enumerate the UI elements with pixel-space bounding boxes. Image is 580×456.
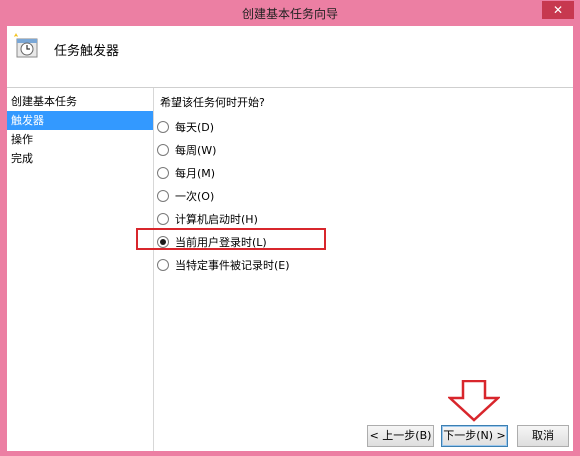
option-daily[interactable]: 每天(D) (157, 120, 214, 136)
page-title: 任务触发器 (54, 44, 120, 59)
wizard-window: 创建基本任务向导 ✕ 任务触发器 创建基本任务 触发器 操作 完成 希望该任务何… (0, 0, 580, 456)
option-computer-startup-label: 计算机启动时(H) (175, 213, 258, 226)
radio-event-logged[interactable] (157, 259, 169, 271)
sidebar-item-create-basic-task[interactable]: 创建基本任务 (7, 92, 153, 111)
window-title: 创建基本任务向导 (241, 7, 338, 21)
option-event-logged[interactable]: 当特定事件被记录时(E) (157, 258, 290, 274)
option-daily-label: 每天(D) (175, 121, 215, 134)
next-button[interactable]: 下一步(N) > (441, 425, 508, 447)
down-arrow-icon (448, 380, 500, 422)
close-button[interactable]: ✕ (542, 1, 574, 19)
option-weekly-label: 每周(W) (175, 144, 217, 157)
trigger-question: 希望该任务何时开始? (160, 96, 265, 109)
option-weekly[interactable]: 每周(W) (157, 143, 216, 159)
wizard-steps-sidebar: 创建基本任务 触发器 操作 完成 (7, 88, 154, 451)
trigger-content: 希望该任务何时开始? 每天(D) 每周(W) 每月(M) 一次(O) 计算机启动… (154, 88, 573, 451)
radio-computer-startup[interactable] (157, 213, 169, 225)
title-bar: 创建基本任务向导 ✕ (0, 0, 580, 26)
radio-daily[interactable] (157, 121, 169, 133)
option-computer-startup[interactable]: 计算机启动时(H) (157, 212, 258, 228)
highlight-box (136, 228, 326, 250)
radio-weekly[interactable] (157, 144, 169, 156)
radio-monthly[interactable] (157, 167, 169, 179)
sidebar-item-action[interactable]: 操作 (7, 130, 153, 149)
option-monthly-label: 每月(M) (175, 167, 216, 180)
wizard-header: 任务触发器 (7, 26, 573, 88)
sidebar-item-finish[interactable]: 完成 (7, 149, 153, 168)
option-once-label: 一次(O) (175, 190, 215, 203)
option-monthly[interactable]: 每月(M) (157, 166, 215, 182)
cancel-button[interactable]: 取消 (517, 425, 569, 447)
option-event-logged-label: 当特定事件被记录时(E) (175, 259, 290, 272)
radio-once[interactable] (157, 190, 169, 202)
sidebar-item-trigger[interactable]: 触发器 (7, 111, 153, 130)
option-once[interactable]: 一次(O) (157, 189, 214, 205)
back-button[interactable]: < 上一步(B) (367, 425, 434, 447)
task-scheduler-icon (14, 33, 38, 58)
